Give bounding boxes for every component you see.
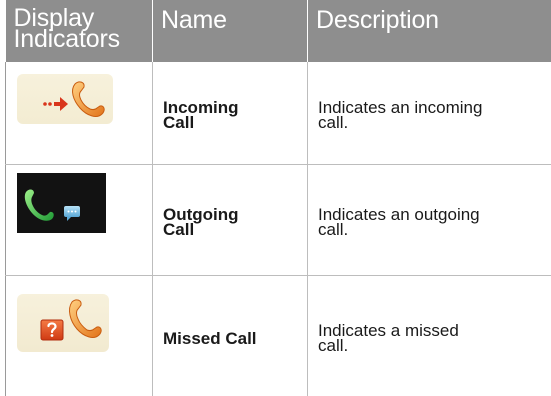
table-row: Missed Call Indicates a missed call. (5, 275, 551, 396)
description-cell: Indicates a missed call. (307, 275, 551, 396)
description-line: call. (318, 336, 349, 355)
table-row: Outgoing Call Indicates an outgoing call… (5, 164, 551, 276)
name-cell: Outgoing Call (152, 164, 308, 276)
description-line: Indicates an outgoing (318, 205, 480, 224)
header-description: Description (307, 0, 551, 62)
name-line: Call (163, 220, 195, 239)
name-cell: Incoming Call (152, 62, 308, 165)
header-line: Name (161, 6, 227, 34)
indicators-table-container: Display Indicators Name Description Inco… (5, 0, 551, 396)
missed-call-icon (17, 294, 109, 357)
description-cell: Indicates an outgoing call. (307, 164, 551, 276)
table-header-row: Display Indicators Name Description (5, 0, 551, 62)
name-cell: Missed Call (152, 275, 308, 396)
incoming-call-icon (17, 74, 113, 129)
table-row: Incoming Call Indicates an incoming call… (5, 62, 551, 165)
description-cell: Indicates an incoming call. (307, 62, 551, 165)
header-line: Indicators (13, 25, 121, 53)
description-line: call. (318, 220, 349, 239)
indicator-cell (5, 275, 153, 396)
indicators-table: Display Indicators Name Description Inco… (5, 0, 551, 396)
header-display-indicators: Display Indicators (5, 0, 153, 62)
name-line: Call (163, 113, 195, 132)
description-line: call. (318, 113, 349, 132)
name-line: Missed Call (163, 328, 257, 348)
indicator-cell (5, 164, 153, 276)
header-name: Name (152, 0, 308, 62)
outgoing-call-icon (17, 173, 106, 238)
indicator-cell (5, 62, 153, 165)
header-line: Description (316, 6, 439, 34)
description-line: Indicates a missed (318, 321, 459, 340)
description-line: Indicates an incoming (318, 98, 483, 117)
